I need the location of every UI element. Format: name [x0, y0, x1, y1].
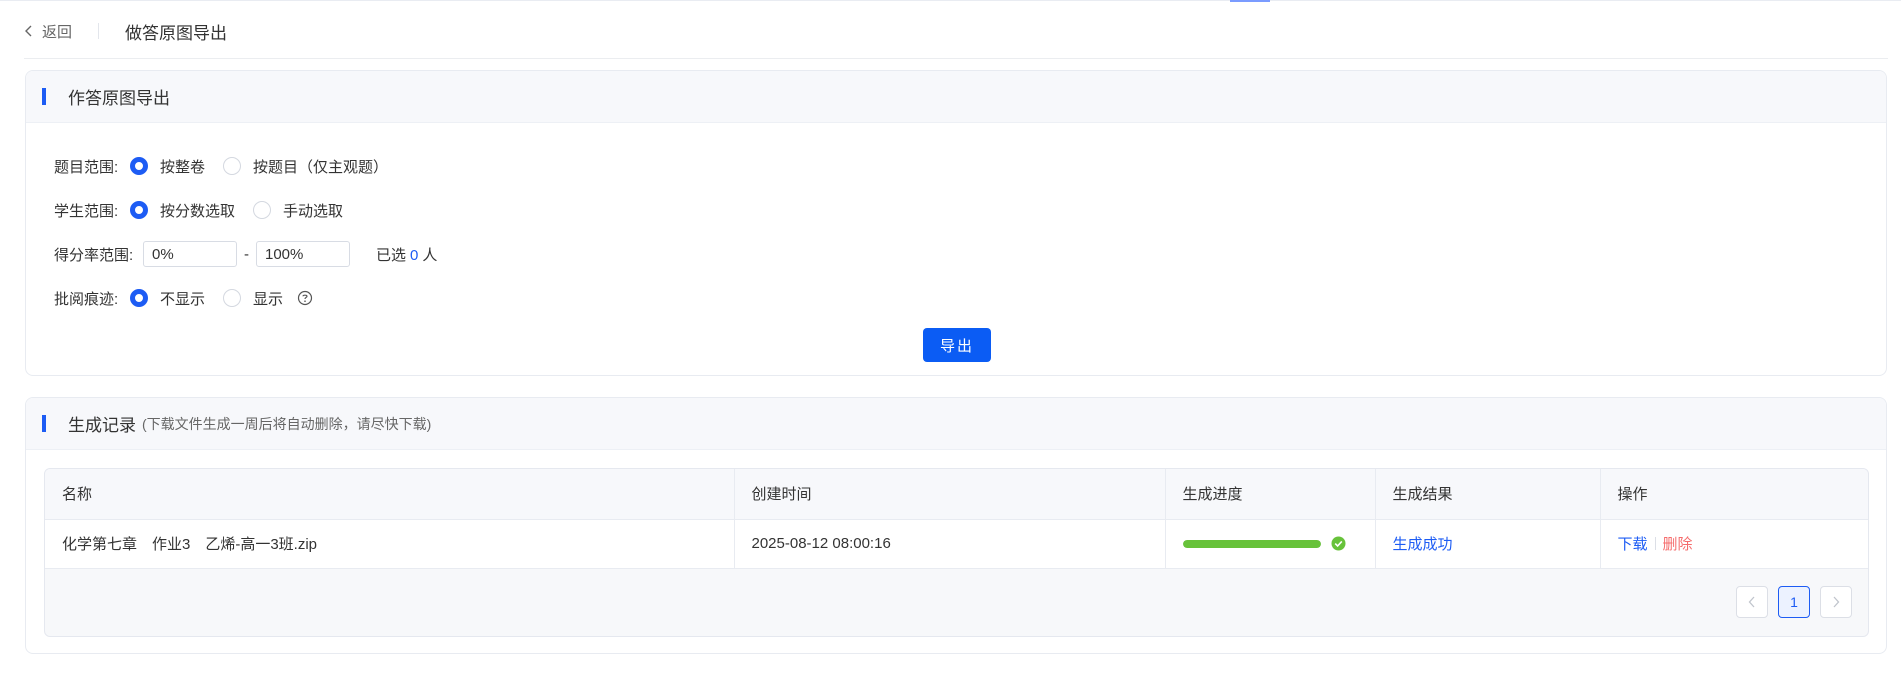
radio-dot: [253, 201, 272, 219]
radio-dot: [223, 157, 242, 175]
column-header-created: 创建时间: [734, 469, 1166, 520]
top-divider: [0, 0, 1901, 1]
pagination: 1: [1736, 586, 1852, 618]
prev-page-button[interactable]: [1736, 586, 1768, 618]
next-page-button[interactable]: [1820, 586, 1852, 618]
export-button[interactable]: 导出: [923, 328, 991, 362]
radio-hide-trace[interactable]: 不显示: [130, 288, 205, 309]
table-header-row: 名称 创建时间 生成进度 生成结果 操作: [45, 469, 1868, 520]
radio-dot-checked: [130, 201, 148, 219]
score-range-label: 得分率范围:: [54, 246, 134, 264]
column-header-name: 名称: [45, 469, 735, 520]
records-card: 生成记录 (下载文件生成一周后将自动删除，请尽快下载) 名称 创建时间 生成进度…: [25, 397, 1887, 654]
radio-dot: [223, 289, 242, 307]
delete-button[interactable]: 删除: [1663, 536, 1693, 553]
progress-track: [1182, 539, 1321, 548]
cell-created: 2025-08-12 08:00:16: [734, 519, 1166, 569]
page-title: 做答原图导出: [125, 23, 228, 43]
progress-indicator: [1182, 536, 1375, 551]
chevron-right-icon: [1833, 596, 1840, 608]
range-separator: -: [244, 245, 249, 263]
selected-suffix: 人: [422, 246, 438, 264]
header-separator: [98, 23, 100, 39]
question-scope-label: 题目范围:: [54, 158, 119, 176]
cell-progress: [1165, 519, 1376, 569]
export-form: 题目范围: 按整卷 按题目（仅主观题） 学生范围: 按分数选取 手动选取 得分率…: [26, 123, 1886, 375]
result-link[interactable]: 生成成功: [1393, 536, 1453, 553]
column-header-actions: 操作: [1600, 469, 1868, 520]
check-circle-icon: [1331, 536, 1346, 551]
column-header-result: 生成结果: [1375, 469, 1601, 520]
page-button-current[interactable]: 1: [1778, 586, 1810, 618]
download-button[interactable]: 下载: [1618, 536, 1648, 553]
back-button[interactable]: 返回: [24, 21, 72, 42]
selected-count: 0: [410, 246, 419, 264]
score-min-input[interactable]: 0%: [143, 241, 237, 267]
score-max-input[interactable]: 100%: [256, 241, 350, 267]
marking-trace-label: 批阅痕迹:: [54, 290, 119, 308]
marking-trace-row: 批阅痕迹: 不显示 显示: [54, 286, 313, 310]
radio-whole-paper[interactable]: 按整卷: [130, 156, 205, 177]
score-range-row: 得分率范围: 0% - 100% 已选 0 人: [54, 241, 437, 267]
radio-manual[interactable]: 手动选取: [253, 200, 343, 221]
records-card-subtitle: (下载文件生成一周后将自动删除，请尽快下载): [142, 415, 432, 432]
section-bar: [42, 415, 46, 432]
radio-show-trace[interactable]: 显示: [223, 288, 283, 309]
selected-prefix: 已选: [376, 246, 407, 264]
section-bar: [42, 88, 46, 105]
chevron-left-icon: [1748, 596, 1755, 608]
radio-label: 不显示: [160, 290, 206, 308]
export-card-header: 作答原图导出: [26, 71, 1886, 123]
records-card-title: 生成记录: [68, 416, 136, 435]
top-indicator: [1230, 0, 1270, 2]
selected-count-text: 已选 0 人: [376, 244, 437, 265]
question-scope-row: 题目范围: 按整卷 按题目（仅主观题）: [54, 154, 406, 178]
records-card-header: 生成记录 (下载文件生成一周后将自动删除，请尽快下载): [26, 398, 1886, 450]
cell-name: 化学第七章 作业3 乙烯-高一3班.zip: [45, 519, 735, 569]
radio-dot-checked: [130, 289, 148, 307]
radio-label: 手动选取: [283, 202, 344, 220]
radio-by-question[interactable]: 按题目（仅主观题）: [223, 156, 388, 177]
export-card-title: 作答原图导出: [68, 89, 170, 108]
cell-result: 生成成功: [1375, 519, 1601, 569]
column-header-progress: 生成进度: [1165, 469, 1376, 520]
chevron-left-icon: [25, 25, 32, 37]
radio-dot-checked: [130, 157, 148, 175]
radio-label: 按分数选取: [160, 202, 236, 220]
radio-label: 按整卷: [160, 158, 206, 176]
radio-label: 按题目（仅主观题）: [253, 158, 389, 176]
student-scope-label: 学生范围:: [54, 202, 119, 220]
header-rule: [24, 58, 1888, 59]
back-label: 返回: [42, 23, 73, 41]
records-table: 名称 创建时间 生成进度 生成结果 操作 化学第七章 作业3 乙烯-高一3班.z…: [44, 468, 1869, 637]
page-header: 返回 做答原图导出: [24, 16, 227, 46]
action-separator: [1654, 537, 1656, 550]
cell-actions: 下载 删除: [1600, 519, 1868, 569]
export-card: 作答原图导出 题目范围: 按整卷 按题目（仅主观题） 学生范围: 按分数选取 手…: [25, 70, 1887, 376]
student-scope-row: 学生范围: 按分数选取 手动选取: [54, 198, 361, 222]
table-row: 化学第七章 作业3 乙烯-高一3班.zip 2025-08-12 08:00:1…: [45, 519, 1868, 569]
progress-fill: [1182, 539, 1321, 548]
radio-by-score[interactable]: 按分数选取: [130, 200, 235, 221]
help-icon[interactable]: [297, 290, 313, 306]
radio-label: 显示: [253, 290, 284, 308]
